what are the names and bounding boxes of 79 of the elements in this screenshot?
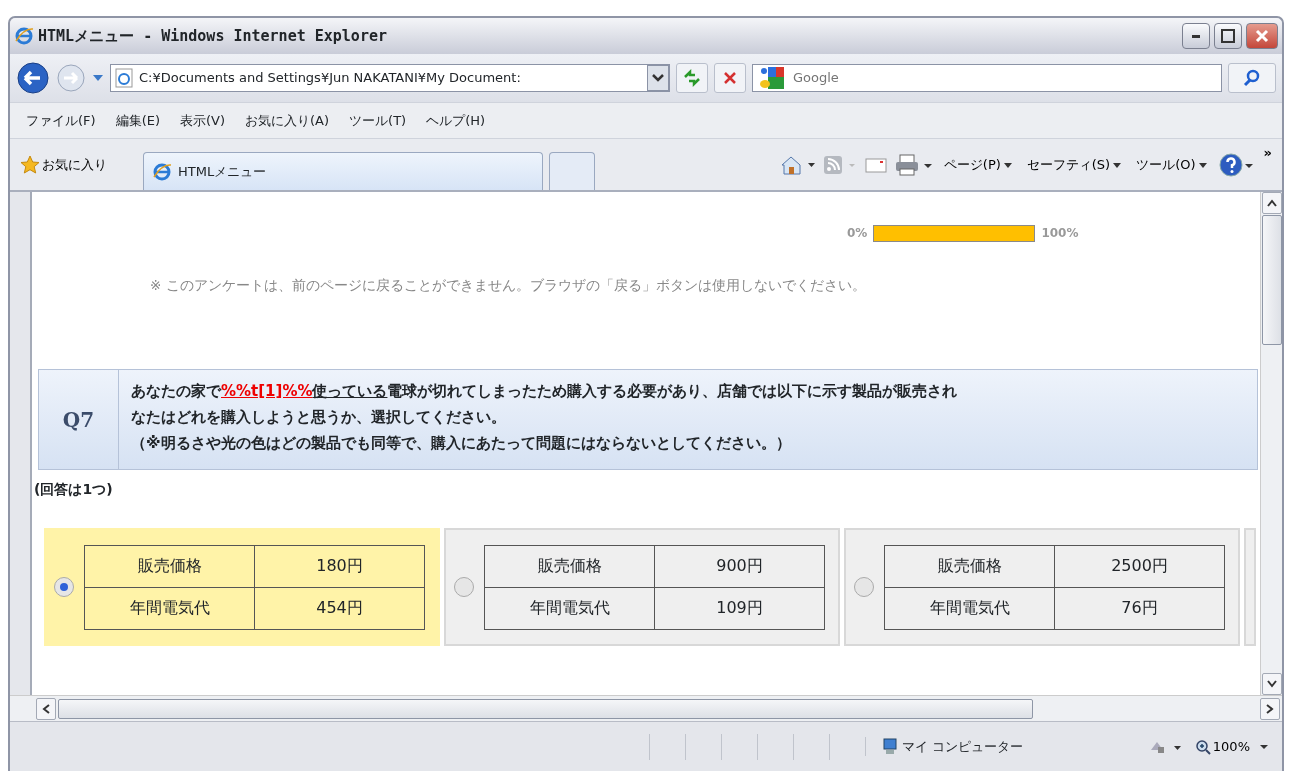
back-icon[interactable] [16,61,50,95]
window-title: HTMLメニュー - Windows Internet Explorer [38,25,387,47]
menu-item[interactable]: ファイル(F) [16,110,106,131]
progress-end-label: 100% [1041,225,1079,242]
page-icon [115,68,133,88]
star-icon [20,154,40,175]
status-zone: マイ コンピューター [901,737,1023,756]
stop-button[interactable] [714,63,746,93]
vertical-scrollbar[interactable] [1260,192,1282,695]
option-card[interactable]: 販売価格 900円 年間電気代 109円 [444,528,840,646]
table-cell: 販売価格 [884,545,1055,587]
browser-icon [152,161,172,182]
toolbar-menu-button[interactable]: セーフティ(S) [1022,154,1127,175]
menu-item[interactable]: 表示(V) [170,110,236,131]
option-card[interactable]: 販売価格 180円 年間電気代 454円 [44,528,440,646]
horizontal-scrollbar[interactable] [10,695,1282,721]
table-cell: 454円 [254,587,425,629]
progress-start-label: 0% [847,225,868,242]
toolbar-menu-button[interactable]: ツール(O) [1132,154,1212,175]
caret-icon [1112,160,1123,169]
close-button[interactable] [1246,23,1278,49]
table-cell: 販売価格 [484,545,655,587]
scroll-thumb[interactable] [1261,215,1282,345]
notice-text: ※ このアンケートは、前のページに戻ることができません。ブラウザの「戻る」ボタンは使用しないでください。 [150,276,866,295]
print-icon[interactable] [893,152,934,177]
scroll-up-button[interactable] [1261,192,1282,214]
zoom-button[interactable]: 100% [1190,736,1254,757]
menu-item[interactable]: ヘルプ(H) [416,110,496,131]
search-provider-icon [759,65,785,91]
scroll-right-button[interactable] [1260,697,1280,720]
minimize-button[interactable] [1182,23,1210,49]
table-cell: 900円 [654,545,825,587]
toolbar-menu-button[interactable]: ページ(P) [939,154,1017,175]
computer-icon [881,737,898,756]
table-cell: 年間電気代 [84,587,255,629]
menu-item[interactable]: 編集(E) [105,110,170,131]
maximize-icon [1221,29,1235,43]
table-cell: 2500円 [1054,545,1225,587]
table-cell: 年間電気代 [884,587,1055,629]
search-icon [1243,69,1261,87]
table-cell: 年間電気代 [484,587,655,629]
address-field[interactable]: C:¥Documents and Settings¥Jun NAKATANI¥My Document: [110,64,670,92]
scroll-left-button[interactable] [36,697,56,720]
menu-item[interactable]: お気に入り(A) [235,110,340,131]
help-icon[interactable] [1217,151,1254,178]
question-text: （※明るさや光の色はどの製品でも同等で、購入にあたって問題にはならないとしてください。） [131,433,792,454]
scroll-thumb[interactable] [58,698,1033,719]
maximize-button[interactable] [1214,23,1242,49]
dropdown-icon[interactable] [647,65,669,91]
answer-note: (回答は1つ) [34,480,113,499]
radio-button[interactable] [854,577,874,597]
table-cell: 76円 [1054,587,1225,629]
scroll-down-button[interactable] [1261,673,1282,695]
forward-icon[interactable] [56,63,86,93]
radio-button[interactable] [54,577,74,597]
search-field[interactable]: Google [752,64,1222,92]
zoom-icon [1194,738,1211,755]
refresh-button[interactable] [676,63,708,93]
table-cell: 販売価格 [84,545,255,587]
minimize-icon [1192,34,1200,38]
caret-icon [1197,160,1208,169]
favorites-button[interactable]: お気に入り [16,154,111,175]
more-button[interactable]: » [1259,143,1276,163]
new-tab-button[interactable] [549,152,595,190]
browser-tab[interactable]: HTMLメニュー [143,152,543,190]
table-cell: 180円 [254,545,425,587]
search-button[interactable] [1228,63,1276,93]
option-card[interactable]: 販売価格 2500円 年間電気代 76円 [844,528,1240,646]
table-cell: 109円 [654,587,825,629]
caret-icon [1002,160,1013,169]
refresh-icon [682,69,702,87]
stop-icon [722,70,738,86]
menu-item[interactable]: ツール(T) [339,110,417,131]
radio-button[interactable] [454,577,474,597]
question-number: Q7 [39,370,119,469]
question-text: なたはどれを購入しようと思うか、選択してください。 [131,407,507,428]
question-text: あなたの家で%%t[1]%%使っている電球が切れてしまったため購入する必要があり、店舗では以下に示す製品が販売され [131,381,959,402]
close-icon [1255,29,1269,43]
browser-icon [14,26,34,46]
